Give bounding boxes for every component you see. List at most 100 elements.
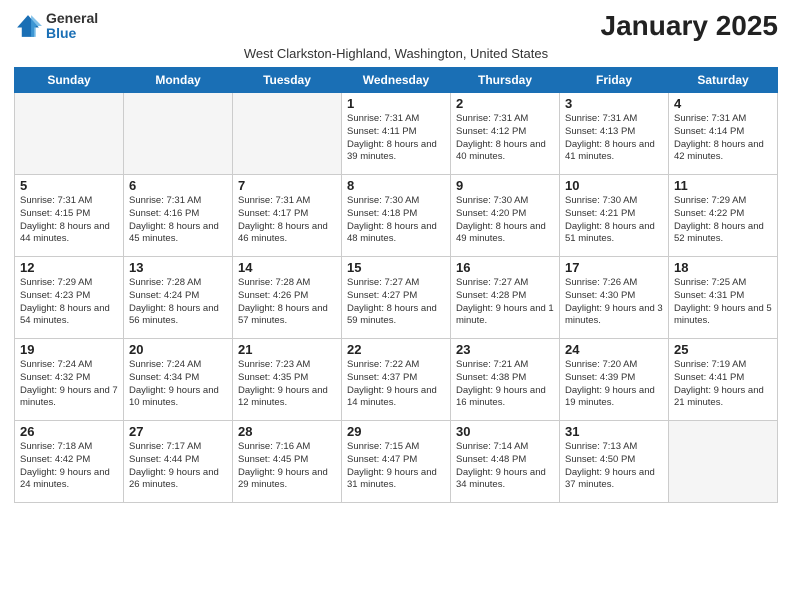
day-info: Sunrise: 7:24 AMSunset: 4:32 PMDaylight:… [20,359,118,410]
day-info: Sunrise: 7:22 AMSunset: 4:37 PMDaylight:… [347,359,445,410]
header-monday: Monday [124,68,233,93]
day-number: 3 [565,96,663,111]
day-number: 7 [238,178,336,193]
day-info: Sunrise: 7:30 AMSunset: 4:20 PMDaylight:… [456,195,554,246]
day-number: 27 [129,424,227,439]
day-info: Sunrise: 7:18 AMSunset: 4:42 PMDaylight:… [20,441,118,492]
day-info: Sunrise: 7:30 AMSunset: 4:21 PMDaylight:… [565,195,663,246]
day-number: 12 [20,260,118,275]
day-info: Sunrise: 7:30 AMSunset: 4:18 PMDaylight:… [347,195,445,246]
week-row-3: 19Sunrise: 7:24 AMSunset: 4:32 PMDayligh… [15,339,778,421]
day-cell-28: 28 Sunrise: 7:16 AMSunset: 4:45 PMDayligh… [233,421,342,503]
day-info: Sunrise: 7:31 AMSunset: 4:13 PMDaylight:… [565,113,663,164]
day-cell-8: 8 Sunrise: 7:30 AMSunset: 4:18 PMDaylight… [342,175,451,257]
day-cell-11: 11 Sunrise: 7:29 AMSunset: 4:22 PMDayligh… [669,175,778,257]
day-cell-16: 16 Sunrise: 7:27 AMSunset: 4:28 PMDayligh… [451,257,560,339]
day-cell-empty [669,421,778,503]
header-friday: Friday [560,68,669,93]
day-info: Sunrise: 7:13 AMSunset: 4:50 PMDaylight:… [565,441,663,492]
day-number: 22 [347,342,445,357]
day-info: Sunrise: 7:28 AMSunset: 4:26 PMDaylight:… [238,277,336,328]
day-number: 1 [347,96,445,111]
day-number: 25 [674,342,772,357]
day-number: 29 [347,424,445,439]
day-number: 20 [129,342,227,357]
day-info: Sunrise: 7:15 AMSunset: 4:47 PMDaylight:… [347,441,445,492]
subtitle: West Clarkston-Highland, Washington, Uni… [14,46,778,61]
day-number: 2 [456,96,554,111]
day-info: Sunrise: 7:17 AMSunset: 4:44 PMDaylight:… [129,441,227,492]
day-cell-empty [15,93,124,175]
day-info: Sunrise: 7:31 AMSunset: 4:11 PMDaylight:… [347,113,445,164]
day-cell-29: 29 Sunrise: 7:15 AMSunset: 4:47 PMDayligh… [342,421,451,503]
page: General Blue January 2025 West Clarkston… [0,0,792,612]
header-sunday: Sunday [15,68,124,93]
day-info: Sunrise: 7:24 AMSunset: 4:34 PMDaylight:… [129,359,227,410]
day-cell-14: 14 Sunrise: 7:28 AMSunset: 4:26 PMDayligh… [233,257,342,339]
day-info: Sunrise: 7:29 AMSunset: 4:23 PMDaylight:… [20,277,118,328]
day-cell-24: 24Sunrise: 7:20 AMSunset: 4:39 PMDayligh… [560,339,669,421]
day-number: 30 [456,424,554,439]
day-number: 15 [347,260,445,275]
day-cell-9: 9 Sunrise: 7:30 AMSunset: 4:20 PMDaylight… [451,175,560,257]
day-info: Sunrise: 7:21 AMSunset: 4:38 PMDaylight:… [456,359,554,410]
day-info: Sunrise: 7:27 AMSunset: 4:28 PMDaylight:… [456,277,554,328]
day-info: Sunrise: 7:14 AMSunset: 4:48 PMDaylight:… [456,441,554,492]
day-info: Sunrise: 7:27 AMSunset: 4:27 PMDaylight:… [347,277,445,328]
day-cell-empty [124,93,233,175]
calendar-table: SundayMondayTuesdayWednesdayThursdayFrid… [14,67,778,503]
day-info: Sunrise: 7:31 AMSunset: 4:16 PMDaylight:… [129,195,227,246]
day-cell-1: 1 Sunrise: 7:31 AMSunset: 4:11 PMDaylight… [342,93,451,175]
day-info: Sunrise: 7:31 AMSunset: 4:17 PMDaylight:… [238,195,336,246]
day-info: Sunrise: 7:16 AMSunset: 4:45 PMDaylight:… [238,441,336,492]
day-info: Sunrise: 7:25 AMSunset: 4:31 PMDaylight:… [674,277,772,328]
day-number: 6 [129,178,227,193]
day-cell-6: 6 Sunrise: 7:31 AMSunset: 4:16 PMDaylight… [124,175,233,257]
day-cell-17: 17 Sunrise: 7:26 AMSunset: 4:30 PMDayligh… [560,257,669,339]
day-number: 17 [565,260,663,275]
day-info: Sunrise: 7:20 AMSunset: 4:39 PMDaylight:… [565,359,663,410]
day-cell-19: 19Sunrise: 7:24 AMSunset: 4:32 PMDayligh… [15,339,124,421]
day-number: 31 [565,424,663,439]
day-number: 9 [456,178,554,193]
day-cell-3: 3 Sunrise: 7:31 AMSunset: 4:13 PMDaylight… [560,93,669,175]
day-number: 18 [674,260,772,275]
day-number: 28 [238,424,336,439]
week-row-4: 26Sunrise: 7:18 AMSunset: 4:42 PMDayligh… [15,421,778,503]
day-info: Sunrise: 7:31 AMSunset: 4:14 PMDaylight:… [674,113,772,164]
week-row-0: 1 Sunrise: 7:31 AMSunset: 4:11 PMDaylight… [15,93,778,175]
day-cell-25: 25Sunrise: 7:19 AMSunset: 4:41 PMDayligh… [669,339,778,421]
day-cell-22: 22 Sunrise: 7:22 AMSunset: 4:37 PMDayligh… [342,339,451,421]
day-cell-7: 7 Sunrise: 7:31 AMSunset: 4:17 PMDaylight… [233,175,342,257]
day-cell-13: 13Sunrise: 7:28 AMSunset: 4:24 PMDayligh… [124,257,233,339]
header-tuesday: Tuesday [233,68,342,93]
day-cell-30: 30 Sunrise: 7:14 AMSunset: 4:48 PMDayligh… [451,421,560,503]
day-number: 10 [565,178,663,193]
day-cell-23: 23 Sunrise: 7:21 AMSunset: 4:38 PMDayligh… [451,339,560,421]
day-number: 23 [456,342,554,357]
header-thursday: Thursday [451,68,560,93]
day-cell-20: 20 Sunrise: 7:24 AMSunset: 4:34 PMDayligh… [124,339,233,421]
header-row: General Blue January 2025 [14,10,778,42]
logo-blue: Blue [46,26,98,41]
day-cell-12: 12 Sunrise: 7:29 AMSunset: 4:23 PMDayligh… [15,257,124,339]
day-cell-2: 2Sunrise: 7:31 AMSunset: 4:12 PMDaylight… [451,93,560,175]
day-number: 16 [456,260,554,275]
day-cell-27: 27 Sunrise: 7:17 AMSunset: 4:44 PMDayligh… [124,421,233,503]
day-number: 8 [347,178,445,193]
header-wednesday: Wednesday [342,68,451,93]
month-title: January 2025 [601,10,778,42]
header-saturday: Saturday [669,68,778,93]
header-row-days: SundayMondayTuesdayWednesdayThursdayFrid… [15,68,778,93]
day-number: 4 [674,96,772,111]
day-cell-18: 18 Sunrise: 7:25 AMSunset: 4:31 PMDayligh… [669,257,778,339]
day-cell-15: 15 Sunrise: 7:27 AMSunset: 4:27 PMDayligh… [342,257,451,339]
day-info: Sunrise: 7:29 AMSunset: 4:22 PMDaylight:… [674,195,772,246]
logo-text: General Blue [46,11,98,42]
day-number: 14 [238,260,336,275]
day-cell-26: 26Sunrise: 7:18 AMSunset: 4:42 PMDayligh… [15,421,124,503]
day-info: Sunrise: 7:26 AMSunset: 4:30 PMDaylight:… [565,277,663,328]
week-row-1: 5Sunrise: 7:31 AMSunset: 4:15 PMDaylight… [15,175,778,257]
week-row-2: 12 Sunrise: 7:29 AMSunset: 4:23 PMDayligh… [15,257,778,339]
day-number: 11 [674,178,772,193]
